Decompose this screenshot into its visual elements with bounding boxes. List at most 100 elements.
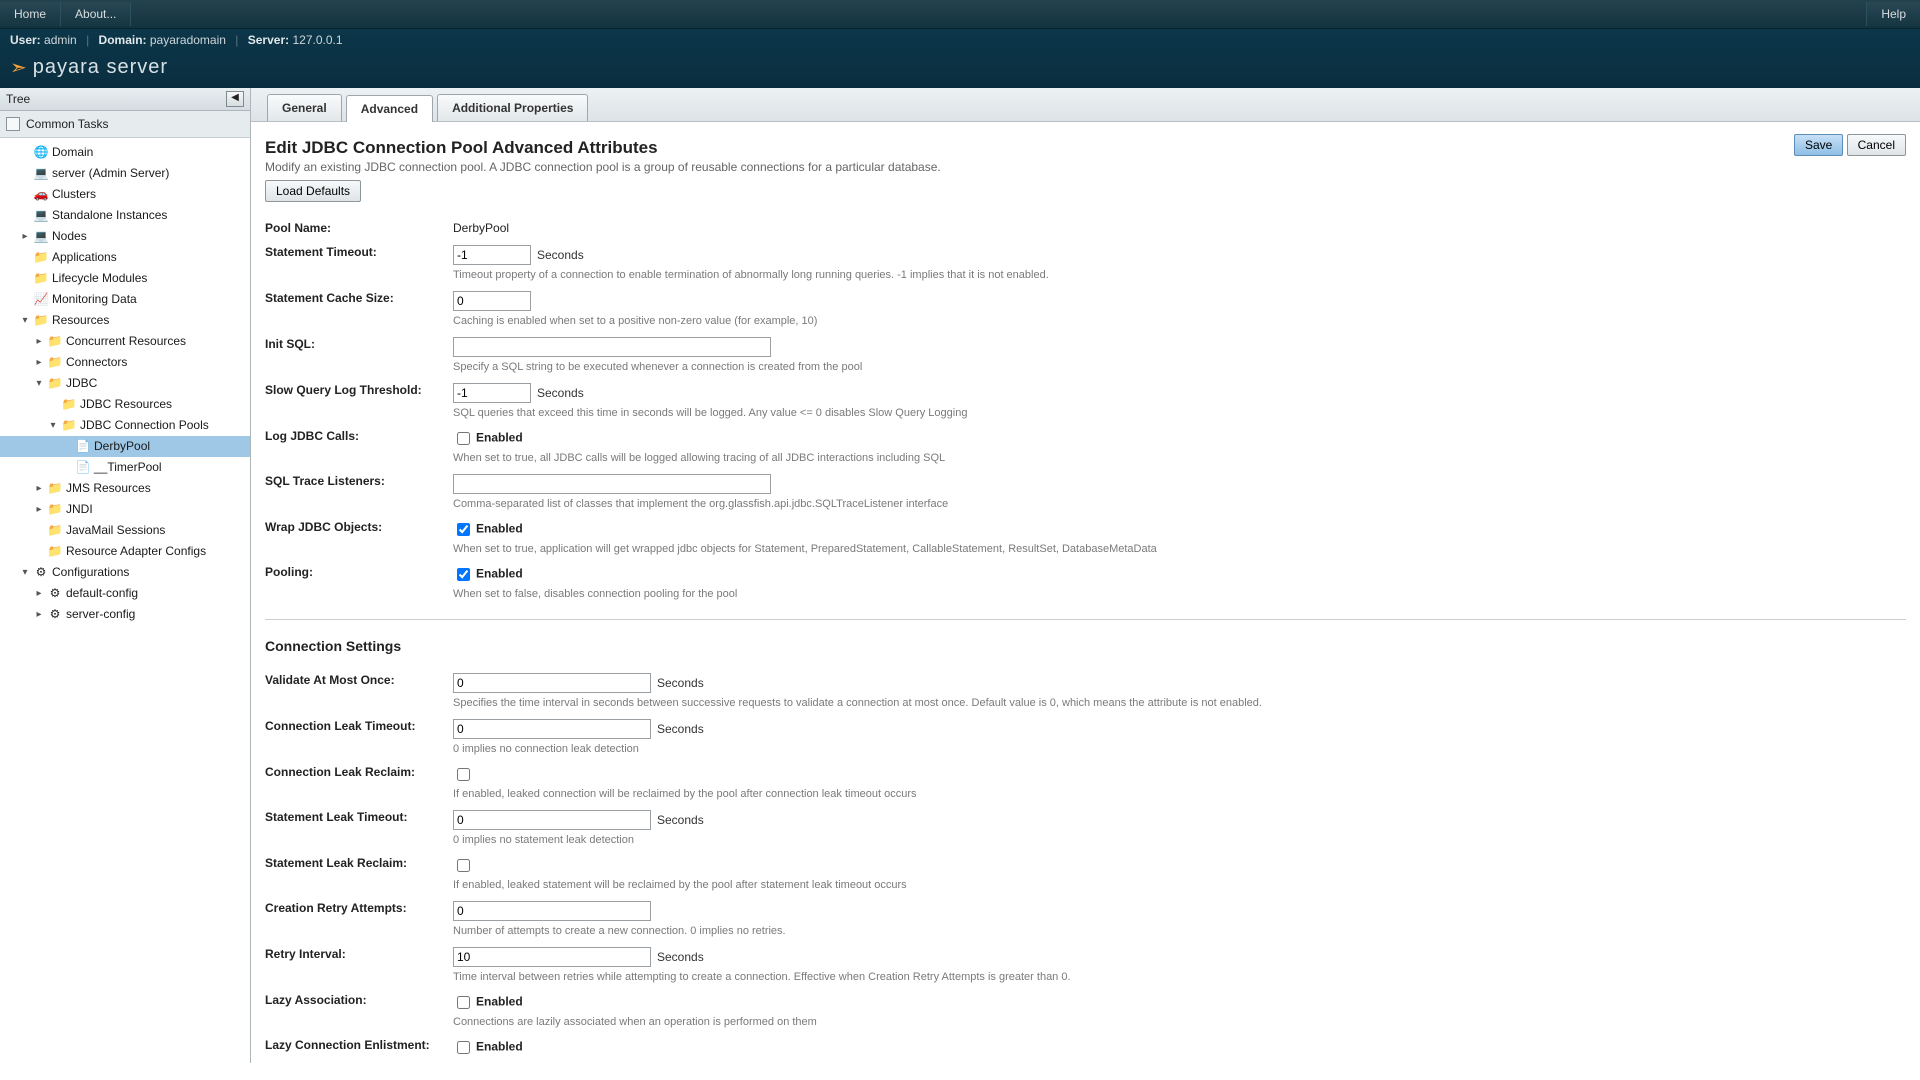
server-icon: 💻 (34, 167, 48, 181)
retry-interval-input[interactable] (453, 947, 651, 967)
pool-icon: 📄 (76, 461, 90, 475)
log-jdbc-hint: When set to true, all JDBC calls will be… (453, 452, 1157, 464)
tree-jndi[interactable]: ▸📁JNDI (0, 499, 250, 520)
slow-query-label: Slow Query Log Threshold: (265, 378, 453, 424)
wrap-jdbc-hint: When set to true, application will get w… (453, 543, 1157, 555)
enabled-label: Enabled (476, 567, 523, 581)
monitor-icon: 📈 (34, 293, 48, 307)
gear-icon: ⚙ (48, 587, 62, 601)
tree-domain[interactable]: 🌐Domain (0, 142, 250, 163)
lazy-connection-enlistment-checkbox[interactable] (457, 1041, 470, 1054)
tree-monitoring[interactable]: 📈Monitoring Data (0, 289, 250, 310)
tree-clusters[interactable]: 🚗Clusters (0, 184, 250, 205)
validate-at-most-once-hint: Specifies the time interval in seconds b… (453, 697, 1262, 709)
retry-interval-label: Retry Interval: (265, 942, 453, 988)
tab-additional-properties[interactable]: Additional Properties (437, 94, 588, 121)
statement-cache-input[interactable] (453, 291, 531, 311)
gear-icon: ⚙ (34, 566, 48, 580)
tree-connectors[interactable]: ▸📁Connectors (0, 352, 250, 373)
load-defaults-button[interactable]: Load Defaults (265, 180, 361, 202)
init-sql-hint: Specify a SQL string to be executed when… (453, 361, 1157, 373)
folder-icon: 📁 (48, 503, 62, 517)
seconds-unit: Seconds (537, 248, 584, 262)
save-button[interactable]: Save (1794, 134, 1843, 156)
tree-concurrent[interactable]: ▸📁Concurrent Resources (0, 331, 250, 352)
lazy-association-label: Lazy Association: (265, 988, 453, 1033)
tree-nodes[interactable]: ▸💻Nodes (0, 226, 250, 247)
connection-leak-timeout-hint: 0 implies no connection leak detection (453, 743, 1262, 755)
statement-timeout-input[interactable] (453, 245, 531, 265)
tab-advanced[interactable]: Advanced (346, 95, 433, 122)
lazy-association-checkbox[interactable] (457, 996, 470, 1009)
about-tab[interactable]: About... (61, 2, 131, 26)
instance-icon: 💻 (34, 209, 48, 223)
help-tab[interactable]: Help (1866, 2, 1920, 26)
nav-tree: Tree ◀ Common Tasks 🌐Domain 💻server (Adm… (0, 88, 251, 1063)
server-label: Server: (248, 33, 289, 47)
collapse-tree-icon[interactable]: ◀ (226, 91, 244, 107)
connection-leak-reclaim-checkbox[interactable] (457, 768, 470, 781)
page-tabs: General Advanced Additional Properties (251, 88, 1920, 122)
tree-javamail[interactable]: 📁JavaMail Sessions (0, 520, 250, 541)
tree-derbypool[interactable]: 📄DerbyPool (0, 436, 250, 457)
user-bar: User: admin | Domain: payaradomain | Ser… (0, 29, 1920, 51)
pooling-label: Pooling: (265, 560, 453, 605)
log-jdbc-checkbox[interactable] (457, 432, 470, 445)
tree-admin-server[interactable]: 💻server (Admin Server) (0, 163, 250, 184)
creation-retry-attempts-label: Creation Retry Attempts: (265, 896, 453, 942)
folder-icon: 📁 (48, 377, 62, 391)
tree-server-config[interactable]: ▸⚙server-config (0, 604, 250, 625)
tree-applications[interactable]: 📁Applications (0, 247, 250, 268)
init-sql-input[interactable] (453, 337, 771, 357)
enabled-label: Enabled (476, 1040, 523, 1054)
pool-name-value: DerbyPool (453, 221, 509, 235)
enabled-label: Enabled (476, 522, 523, 536)
pool-icon: 📄 (76, 440, 90, 454)
slow-query-input[interactable] (453, 383, 531, 403)
home-tab[interactable]: Home (0, 2, 61, 26)
pooling-hint: When set to false, disables connection p… (453, 588, 1157, 600)
seconds-unit: Seconds (657, 813, 704, 827)
statement-cache-hint: Caching is enabled when set to a positiv… (453, 315, 1157, 327)
sql-trace-label: SQL Trace Listeners: (265, 469, 453, 515)
tree-lifecycle[interactable]: 📁Lifecycle Modules (0, 268, 250, 289)
connection-leak-reclaim-label: Connection Leak Reclaim: (265, 760, 453, 805)
validate-at-most-once-input[interactable] (453, 673, 651, 693)
top-menu: Home About... Help (0, 0, 1920, 29)
creation-retry-attempts-input[interactable] (453, 901, 651, 921)
statement-leak-reclaim-hint: If enabled, leaked statement will be rec… (453, 879, 1262, 891)
statement-timeout-label: Statement Timeout: (265, 240, 453, 286)
init-sql-label: Init SQL: (265, 332, 453, 378)
tree-configurations[interactable]: ▾⚙Configurations (0, 562, 250, 583)
folder-icon: 📁 (62, 419, 76, 433)
fish-icon: ➣ (10, 55, 27, 80)
tree-jdbc-resources[interactable]: 📁JDBC Resources (0, 394, 250, 415)
tree-timerpool[interactable]: 📄__TimerPool (0, 457, 250, 478)
connection-leak-reclaim-hint: If enabled, leaked connection will be re… (453, 788, 1262, 800)
tree-standalone[interactable]: 💻Standalone Instances (0, 205, 250, 226)
tree-resources[interactable]: ▾📁Resources (0, 310, 250, 331)
cancel-button[interactable]: Cancel (1847, 134, 1906, 156)
pooling-checkbox[interactable] (457, 568, 470, 581)
tree-jms[interactable]: ▸📁JMS Resources (0, 478, 250, 499)
wrap-jdbc-checkbox[interactable] (457, 523, 470, 536)
statement-leak-reclaim-checkbox[interactable] (457, 859, 470, 872)
tree-rac[interactable]: 📁Resource Adapter Configs (0, 541, 250, 562)
user-value: admin (44, 33, 77, 47)
page-title: Edit JDBC Connection Pool Advanced Attri… (265, 138, 941, 158)
sql-trace-input[interactable] (453, 474, 771, 494)
common-tasks-link[interactable]: Common Tasks (0, 111, 250, 138)
server-value: 127.0.0.1 (292, 33, 342, 47)
slow-query-hint: SQL queries that exceed this time in sec… (453, 407, 1157, 419)
tab-general[interactable]: General (267, 94, 342, 121)
statement-leak-timeout-input[interactable] (453, 810, 651, 830)
tree-default-config[interactable]: ▸⚙default-config (0, 583, 250, 604)
tree-title: Tree (6, 92, 30, 106)
connection-leak-timeout-input[interactable] (453, 719, 651, 739)
tree-jdbc-pools[interactable]: ▾📁JDBC Connection Pools (0, 415, 250, 436)
folder-icon: 📁 (62, 398, 76, 412)
cluster-icon: 🚗 (34, 188, 48, 202)
tree-jdbc[interactable]: ▾📁JDBC (0, 373, 250, 394)
folder-icon: 📁 (48, 524, 62, 538)
connection-settings-heading: Connection Settings (265, 638, 1906, 654)
